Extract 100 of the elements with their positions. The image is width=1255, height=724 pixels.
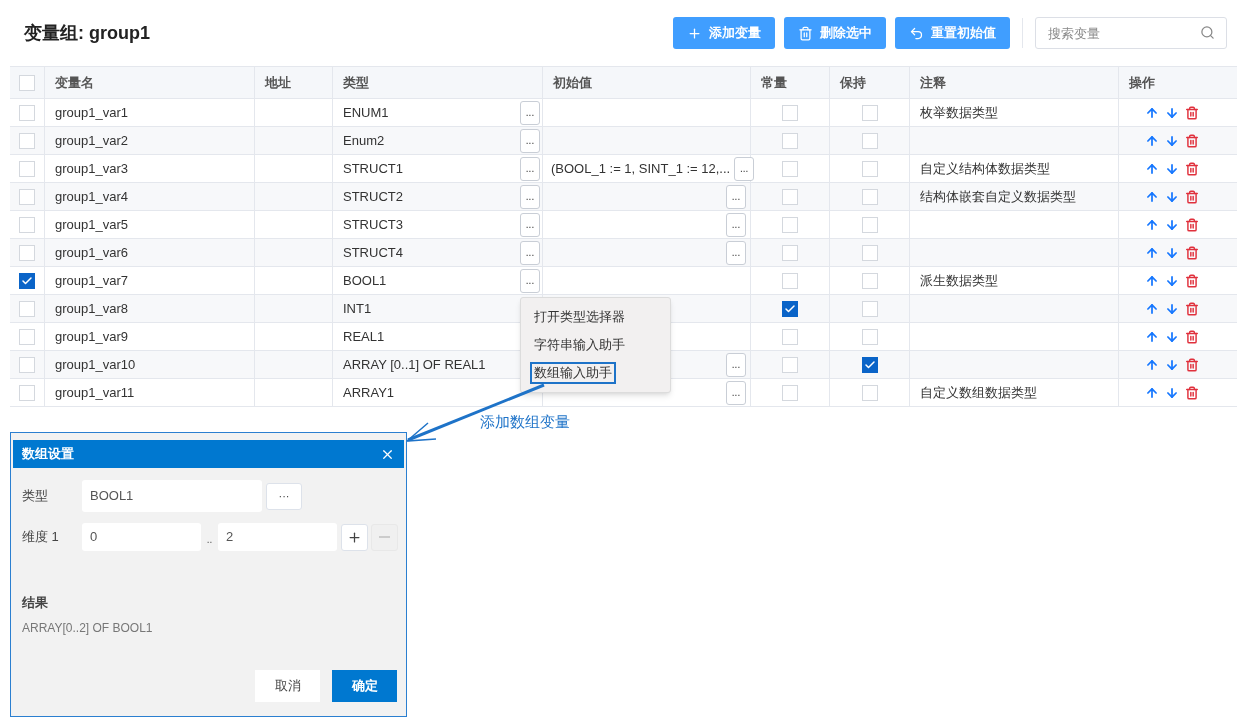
column-header: 地址 xyxy=(265,73,291,92)
delete-icon[interactable] xyxy=(1185,217,1199,232)
move-down-icon[interactable] xyxy=(1165,133,1179,148)
browse-button[interactable]: ... xyxy=(520,156,540,181)
move-down-icon[interactable] xyxy=(1165,161,1179,176)
menu-item[interactable]: 数组输入助手 xyxy=(530,362,616,384)
table-cell-text: 自定义结构体数据类型 xyxy=(920,159,1050,178)
browse-button[interactable]: ... xyxy=(726,240,746,265)
checkbox[interactable] xyxy=(19,272,35,289)
table-cell-text: ENUM1 xyxy=(343,103,389,122)
delete-icon[interactable] xyxy=(1185,301,1199,316)
move-up-icon[interactable] xyxy=(1145,245,1159,260)
ok-button[interactable]: 确定 xyxy=(332,670,397,702)
table-cell-text: group1_var8 xyxy=(55,299,128,318)
undo-icon xyxy=(909,25,924,41)
table-cell-text: STRUCT1 xyxy=(343,159,403,178)
browse-button[interactable]: ... xyxy=(520,100,540,125)
browse-button[interactable]: ... xyxy=(520,268,540,293)
delete-icon[interactable] xyxy=(1185,161,1199,176)
search-icon xyxy=(1200,25,1215,40)
upper-bound-field[interactable]: 2 xyxy=(218,523,337,551)
browse-button[interactable]: ... xyxy=(726,380,746,405)
type-field[interactable]: BOOL1 xyxy=(82,480,262,512)
table-cell-text: group1_var5 xyxy=(55,215,128,234)
move-down-icon[interactable] xyxy=(1165,357,1179,372)
delete-icon[interactable] xyxy=(1185,105,1199,120)
delete-icon[interactable] xyxy=(1185,385,1199,400)
table-cell-text: ARRAY [0..1] OF REAL1 xyxy=(343,355,486,374)
table-cell-text: group1_var9 xyxy=(55,327,128,346)
add-dimension-button[interactable] xyxy=(341,523,368,551)
check-icon xyxy=(863,358,876,371)
menu-item[interactable]: 打开类型选择器 xyxy=(530,306,629,328)
move-up-icon[interactable] xyxy=(1145,133,1159,148)
table-cell-text: group1_var6 xyxy=(55,243,128,262)
result-value: ARRAY[0..2] OF BOOL1 xyxy=(21,619,153,637)
delete-icon[interactable] xyxy=(1185,133,1199,148)
table-cell-text: STRUCT4 xyxy=(343,243,403,262)
delete-icon[interactable] xyxy=(1185,329,1199,344)
trash-icon xyxy=(798,25,813,41)
lower-bound-field[interactable]: 0 xyxy=(82,523,201,551)
plus-icon xyxy=(347,529,362,545)
browse-button[interactable]: ... xyxy=(726,352,746,377)
table-cell-text: 自定义数组数据类型 xyxy=(920,383,1037,402)
move-down-icon[interactable] xyxy=(1165,273,1179,288)
move-down-icon[interactable] xyxy=(1165,301,1179,316)
move-up-icon[interactable] xyxy=(1145,385,1159,400)
move-down-icon[interactable] xyxy=(1165,385,1179,400)
delete-icon[interactable] xyxy=(1185,273,1199,288)
search-field[interactable]: 搜索变量 xyxy=(1035,17,1227,49)
move-down-icon[interactable] xyxy=(1165,245,1179,260)
column-header: 类型 xyxy=(343,73,369,92)
table-cell-text: REAL1 xyxy=(343,327,385,346)
move-up-icon[interactable] xyxy=(1145,301,1159,316)
menu-item[interactable]: 字符串输入助手 xyxy=(530,334,629,356)
column-header: 变量名 xyxy=(55,73,94,92)
move-down-icon[interactable] xyxy=(1165,105,1179,120)
browse-button[interactable]: ... xyxy=(520,212,540,237)
move-up-icon[interactable] xyxy=(1145,217,1159,232)
browse-button[interactable]: ... xyxy=(726,212,746,237)
table-cell-text: STRUCT2 xyxy=(343,187,403,206)
checkbox[interactable] xyxy=(861,356,878,373)
delete-icon[interactable] xyxy=(1185,189,1199,204)
dialog-title: 数组设置 xyxy=(22,445,74,464)
move-up-icon[interactable] xyxy=(1145,329,1159,344)
move-up-icon[interactable] xyxy=(1145,161,1159,176)
field-label: 类型 xyxy=(22,487,49,506)
minus-icon xyxy=(379,536,390,538)
browse-button[interactable]: ... xyxy=(520,184,540,209)
annotation-label: 添加数组变量 xyxy=(480,412,570,432)
move-up-icon[interactable] xyxy=(1145,105,1159,120)
column-header: 注释 xyxy=(920,73,946,92)
checkbox[interactable] xyxy=(782,300,798,317)
table-cell-text: group1_var4 xyxy=(55,187,128,206)
result-label: 结果 xyxy=(21,594,48,612)
table-cell-text: group1_var3 xyxy=(55,159,128,178)
browse-button[interactable]: ... xyxy=(520,240,540,265)
table-cell-text: Enum2 xyxy=(343,131,385,150)
move-up-icon[interactable] xyxy=(1145,357,1159,372)
table-cell-text: group1_var11 xyxy=(55,383,135,402)
table-cell-text: STRUCT3 xyxy=(343,215,403,234)
browse-button[interactable]: ··· xyxy=(266,482,302,510)
table-cell-text: 派生数据类型 xyxy=(920,271,998,290)
table-cell-text: (BOOL_1 := 1, SINT_1 := 12,... xyxy=(551,159,731,178)
table-cell-text: group1_var10 xyxy=(55,355,136,374)
move-down-icon[interactable] xyxy=(1165,329,1179,344)
delete-icon[interactable] xyxy=(1185,357,1199,372)
check-icon xyxy=(784,302,796,315)
move-down-icon[interactable] xyxy=(1165,217,1179,232)
range-separator: .. xyxy=(205,533,214,547)
cancel-button[interactable]: 取消 xyxy=(255,670,320,702)
browse-button[interactable]: ... xyxy=(734,156,755,181)
page-title: 变量组: group1 xyxy=(24,21,150,45)
delete-icon[interactable] xyxy=(1185,245,1199,260)
table-cell-text: group1_var2 xyxy=(55,131,128,150)
move-up-icon[interactable] xyxy=(1145,189,1159,204)
check-icon xyxy=(21,274,33,287)
move-up-icon[interactable] xyxy=(1145,273,1159,288)
move-down-icon[interactable] xyxy=(1165,189,1179,204)
browse-button[interactable]: ... xyxy=(726,184,746,209)
browse-button[interactable]: ... xyxy=(520,128,540,153)
